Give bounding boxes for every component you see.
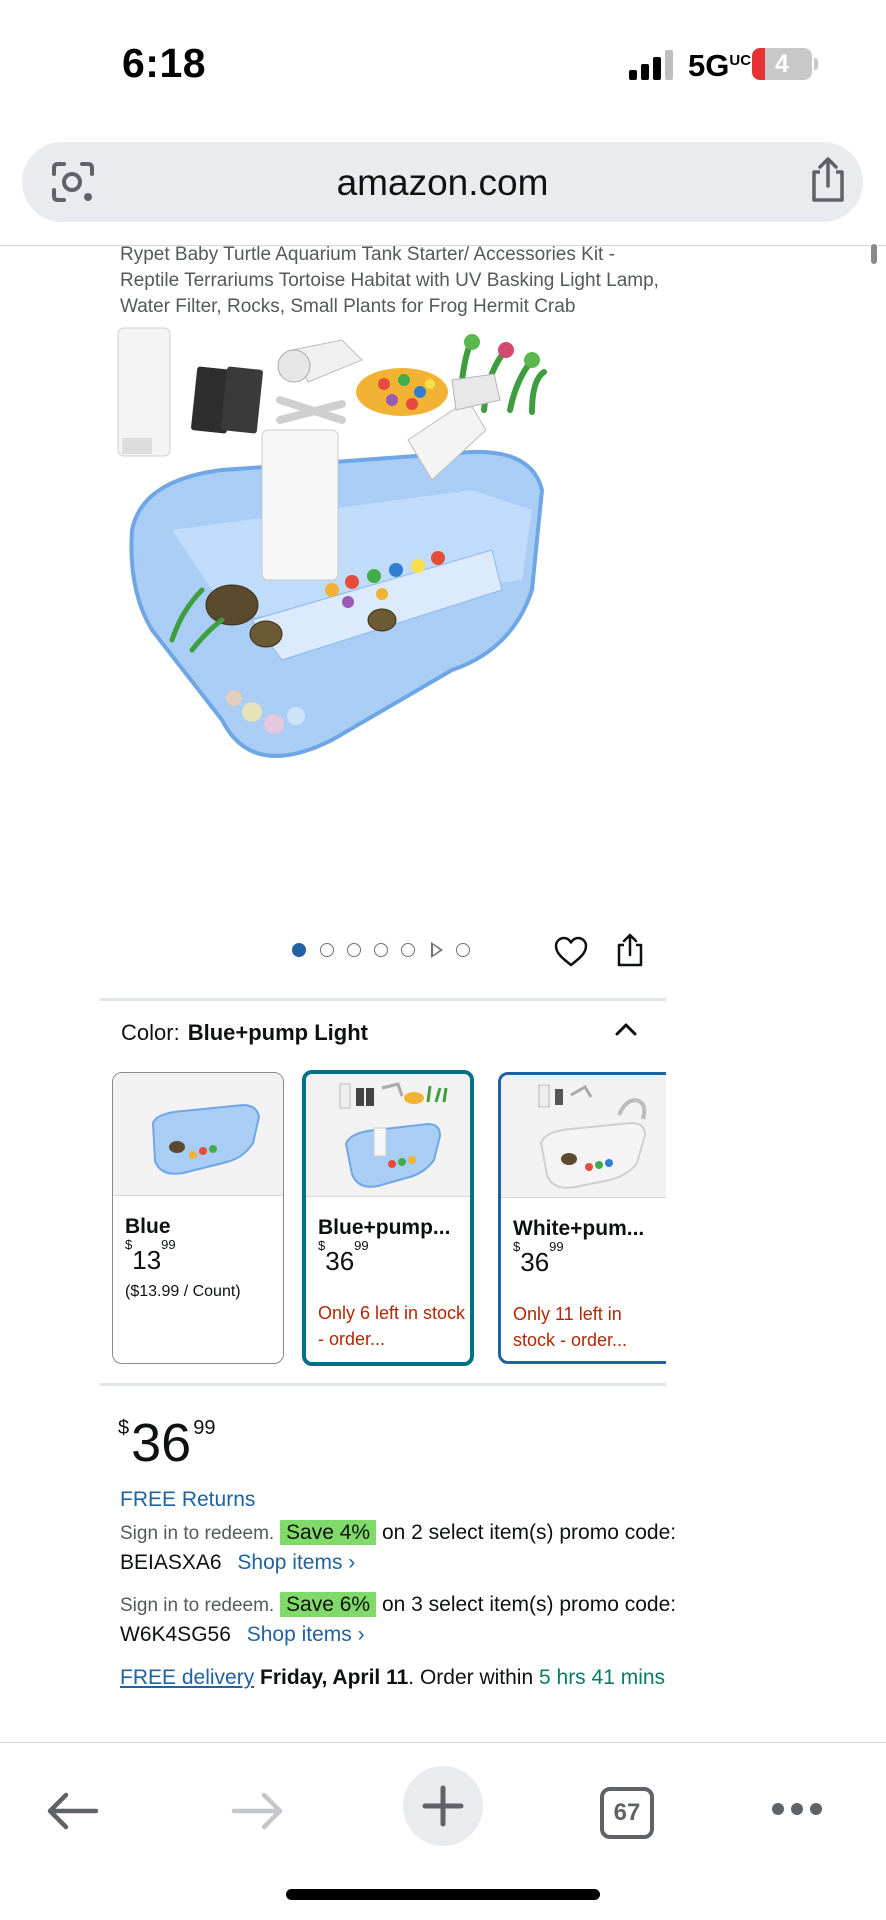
promo-badge: Save 4% bbox=[280, 1520, 377, 1545]
network-type: 5GUC bbox=[688, 48, 752, 83]
swatch-white-pump[interactable]: White+pum... $3699 Only 11 left in stock… bbox=[498, 1072, 666, 1364]
carousel-dot[interactable] bbox=[292, 943, 306, 957]
delivery-countdown: 5 hrs 41 mins bbox=[539, 1666, 666, 1689]
swatch-thumbnail bbox=[306, 1074, 470, 1197]
product-image[interactable] bbox=[112, 320, 652, 890]
delivery-date: Friday, April 11 bbox=[260, 1666, 409, 1689]
swatch-thumbnail bbox=[113, 1073, 283, 1196]
address-bar[interactable]: amazon.com bbox=[22, 142, 863, 222]
tab-switcher-button[interactable]: 67 bbox=[600, 1787, 654, 1839]
color-label: Color: bbox=[121, 1020, 180, 1045]
promo-badge: Save 6% bbox=[280, 1592, 377, 1617]
swatch-thumbnail bbox=[501, 1075, 666, 1198]
url-text[interactable]: amazon.com bbox=[22, 162, 863, 204]
swatch-stock-warning: Only 11 left in stock - order... bbox=[513, 1304, 628, 1350]
color-selector-label: Color: Blue+pump Light bbox=[121, 1020, 368, 1046]
carousel-dot[interactable] bbox=[347, 943, 361, 957]
promo-offer: Sign in to redeem. Save 6% on 3 select i… bbox=[120, 1590, 680, 1649]
section-divider bbox=[100, 998, 666, 1001]
swatch-price: $3699 bbox=[318, 1238, 369, 1276]
chevron-up-icon[interactable] bbox=[614, 1021, 638, 1037]
home-indicator[interactable] bbox=[286, 1889, 600, 1900]
promo-offer: Sign in to redeem. Save 4% on 2 select i… bbox=[120, 1518, 680, 1577]
delivery-info: FREE delivery Friday, April 11. Order wi… bbox=[120, 1663, 680, 1692]
forward-icon[interactable] bbox=[230, 1791, 286, 1831]
free-delivery-link[interactable]: FREE delivery bbox=[120, 1666, 254, 1689]
color-swatch-list[interactable]: Blue $1399 ($13.99 / Count) Blue+pump...… bbox=[100, 1068, 666, 1368]
swatch-name: Blue+pump... bbox=[318, 1216, 451, 1239]
scrollbar[interactable] bbox=[871, 244, 877, 264]
share-icon[interactable] bbox=[808, 156, 848, 204]
color-value: Blue+pump Light bbox=[187, 1020, 368, 1045]
swatch-blue-pump[interactable]: Blue+pump... $3699 Only 6 left in stock … bbox=[302, 1070, 474, 1366]
swatch-unit-price: ($13.99 / Count) bbox=[125, 1283, 241, 1300]
shop-items-link[interactable]: Shop items › bbox=[237, 1551, 355, 1574]
swatch-blue[interactable]: Blue $1399 ($13.99 / Count) bbox=[112, 1072, 284, 1364]
image-carousel-dots[interactable] bbox=[292, 940, 482, 960]
sign-in-link[interactable]: Sign in to redeem. bbox=[120, 1523, 274, 1544]
share-product-icon[interactable] bbox=[615, 932, 645, 968]
back-icon[interactable] bbox=[44, 1791, 100, 1831]
swatch-price: $1399 bbox=[125, 1237, 176, 1275]
heart-icon[interactable] bbox=[554, 936, 588, 968]
swatch-price: $3699 bbox=[513, 1239, 564, 1277]
battery-icon: 4 bbox=[752, 48, 812, 80]
carousel-dot[interactable] bbox=[374, 943, 388, 957]
more-icon[interactable] bbox=[770, 1801, 824, 1817]
shop-items-link[interactable]: Shop items › bbox=[247, 1623, 365, 1646]
delivery-suffix: . Order within bbox=[408, 1666, 534, 1689]
carousel-dot[interactable] bbox=[320, 943, 334, 957]
status-time: 6:18 bbox=[122, 40, 207, 86]
video-play-icon[interactable] bbox=[431, 942, 443, 958]
carousel-dot[interactable] bbox=[456, 943, 470, 957]
status-bar: 6:18 5GUC 4 bbox=[0, 0, 886, 130]
sign-in-link[interactable]: Sign in to redeem. bbox=[120, 1595, 274, 1616]
product-price: $36 99 bbox=[118, 1413, 216, 1473]
carousel-dot[interactable] bbox=[401, 943, 415, 957]
plus-icon bbox=[422, 1785, 464, 1827]
battery-level: 4 bbox=[775, 50, 789, 78]
free-returns-link[interactable]: FREE Returns bbox=[120, 1488, 255, 1512]
section-divider bbox=[100, 1383, 666, 1386]
swatch-name: White+pum... bbox=[513, 1217, 645, 1240]
battery-cap bbox=[814, 58, 818, 70]
product-title[interactable]: Rypet Baby Turtle Aquarium Tank Starter/… bbox=[120, 242, 660, 320]
swatch-stock-warning: Only 6 left in stock - order... bbox=[318, 1303, 466, 1349]
signal-icon bbox=[629, 50, 674, 80]
swatch-name: Blue bbox=[125, 1215, 171, 1238]
new-tab-button[interactable] bbox=[403, 1766, 483, 1846]
